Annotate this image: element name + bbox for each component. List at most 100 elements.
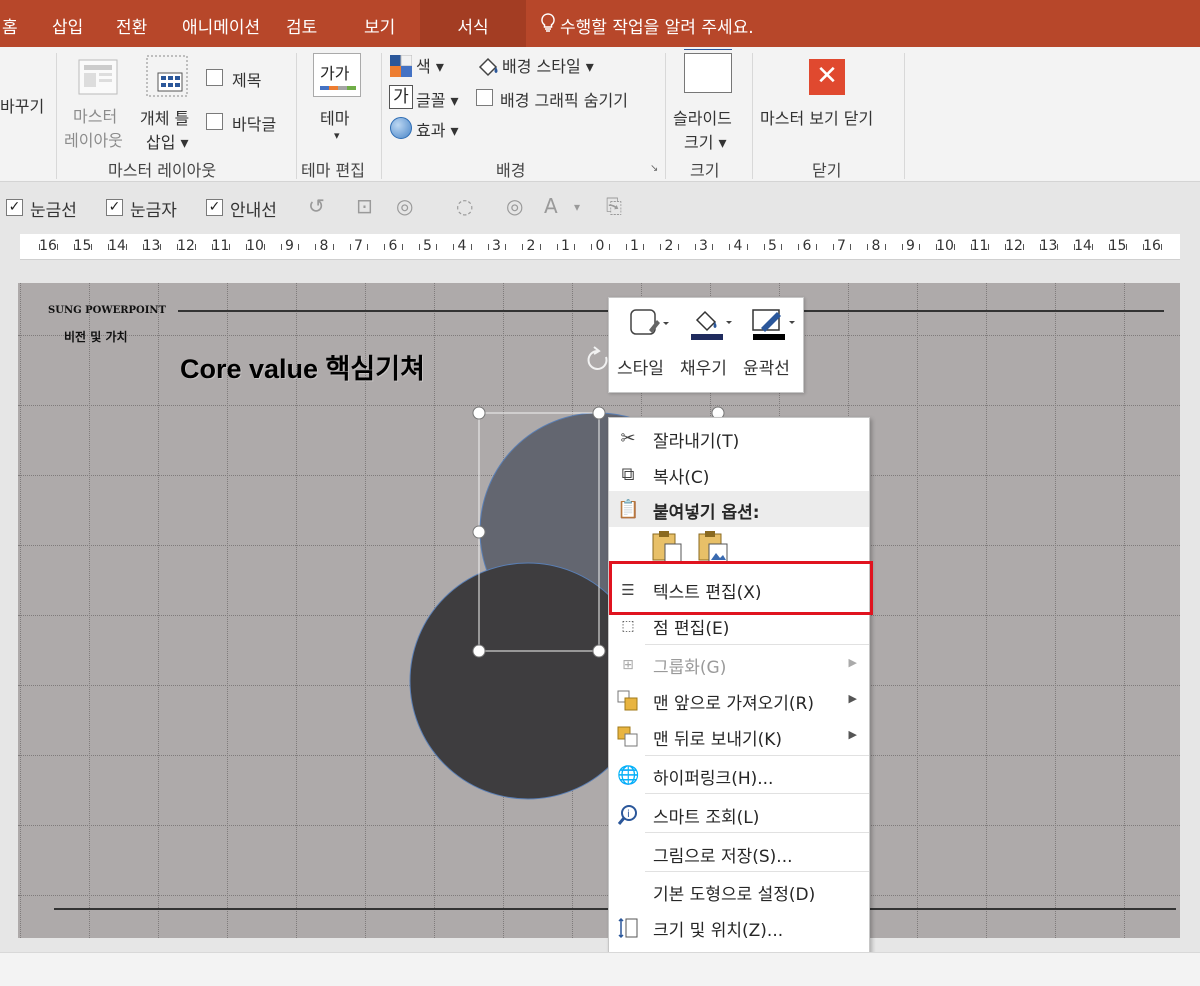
theme-dropdown-arrow[interactable]: ▾ bbox=[334, 129, 340, 142]
resize-handle[interactable] bbox=[472, 406, 486, 420]
tab-transitions[interactable]: 전환 bbox=[116, 0, 147, 47]
master-layout-label-1[interactable]: 마스터 bbox=[73, 103, 117, 127]
ruler-tick bbox=[1160, 244, 1162, 250]
tab-review[interactable]: 검토 bbox=[286, 0, 317, 47]
ruler-tick bbox=[694, 244, 696, 250]
master-layout-label-2[interactable]: 레이아웃 bbox=[64, 127, 123, 151]
theme-label[interactable]: 테마 bbox=[320, 105, 349, 129]
menu-item-hyperlink[interactable]: 🌐 하이퍼링크(H)... bbox=[609, 757, 869, 793]
ruler-number: 11 bbox=[970, 238, 989, 254]
ruler-number: 3 bbox=[699, 238, 708, 254]
ruler-tick bbox=[470, 244, 472, 250]
ruler-tick bbox=[539, 244, 541, 250]
tab-view[interactable]: 보기 bbox=[364, 0, 395, 47]
menu-item-send-to-back[interactable]: 맨 뒤로 보내기(K) ▶ bbox=[609, 718, 869, 754]
tab-home[interactable]: 홈 bbox=[2, 0, 18, 47]
resize-handle[interactable] bbox=[472, 644, 486, 658]
menu-item-bring-to-front[interactable]: 맨 앞으로 가져오기(R) ▶ bbox=[609, 682, 869, 718]
size-position-icon bbox=[617, 917, 639, 939]
group-label-master-layout: 마스터 레이아웃 bbox=[108, 161, 217, 180]
menu-item-set-default-shape[interactable]: 기본 도형으로 설정(D) bbox=[609, 873, 869, 909]
effects-icon bbox=[390, 117, 412, 139]
menu-item-copy[interactable]: ⧉ 복사(C) bbox=[609, 456, 869, 492]
slide-size-icon bbox=[684, 49, 732, 93]
insert-placeholder-label-2[interactable]: 삽입 ▾ bbox=[146, 129, 189, 153]
effects-button[interactable]: 효과 ▾ bbox=[416, 117, 459, 141]
menu-item-label: 잘라내기(T) bbox=[653, 432, 740, 452]
menu-separator bbox=[645, 871, 869, 872]
smart-lookup-icon: i bbox=[617, 804, 639, 826]
close-master-view-button[interactable]: 마스터 보기 닫기 bbox=[760, 105, 873, 129]
guides-checkbox[interactable]: ✓ bbox=[206, 199, 223, 216]
ruler-number: 3 bbox=[492, 238, 501, 254]
background-styles-button[interactable]: 배경 스타일 ▾ bbox=[502, 53, 594, 77]
shape-merge-icon[interactable]: ◎ bbox=[396, 194, 413, 218]
resize-handle[interactable] bbox=[592, 644, 606, 658]
menu-item-label: 그림으로 저장(S)... bbox=[653, 847, 793, 867]
replace-button-partial[interactable]: 바꾸기 bbox=[0, 93, 44, 117]
gridlines-checkbox[interactable]: ✓ bbox=[6, 199, 23, 216]
ruler-checkbox[interactable]: ✓ bbox=[106, 199, 123, 216]
rotate-handle-icon[interactable] bbox=[587, 346, 608, 370]
theme-icon[interactable]: 가가 bbox=[313, 53, 361, 97]
fonts-button[interactable]: 글꼴 ▾ bbox=[416, 87, 459, 111]
outline-label[interactable]: 윤곽선 bbox=[743, 354, 790, 379]
bring-to-front-icon bbox=[617, 690, 639, 712]
ruler-number: 13 bbox=[1039, 238, 1058, 254]
paste-as-picture-icon[interactable] bbox=[697, 530, 729, 564]
resize-handle[interactable] bbox=[592, 406, 606, 420]
ruler-tick bbox=[677, 244, 679, 250]
hide-background-checkbox[interactable] bbox=[476, 89, 493, 106]
slide-canvas[interactable]: SUNG POWERPOINT 비전 및 가치 Core value 핵심기쳐 bbox=[18, 283, 1180, 938]
shape-fill-icon[interactable] bbox=[689, 306, 733, 342]
menu-item-group[interactable]: ⊞ 그룹화(G) ▶ bbox=[609, 646, 869, 682]
theme-icon-text: 가가 bbox=[320, 64, 350, 83]
ruler-tick bbox=[832, 244, 834, 250]
menu-item-edit-points[interactable]: ⬚ 점 편집(E) bbox=[609, 607, 869, 643]
tab-animations[interactable]: 애니메이션 bbox=[182, 0, 260, 47]
tab-insert[interactable]: 삽입 bbox=[52, 0, 83, 47]
shape-style-icon[interactable] bbox=[629, 308, 669, 342]
dropdown-arrow-icon[interactable]: ▾ bbox=[574, 200, 580, 214]
submenu-arrow-icon[interactable]: ▶ bbox=[849, 692, 857, 705]
insert-placeholder-label-1[interactable]: 개체 틀 bbox=[140, 105, 189, 129]
ruler-tick bbox=[160, 244, 162, 250]
slideshow-icon[interactable]: ⊡ bbox=[356, 194, 373, 218]
menu-item-smart-lookup[interactable]: i 스마트 조회(L) bbox=[609, 796, 869, 832]
tell-me-search[interactable]: 수행할 작업을 알려 주세요. bbox=[540, 0, 754, 47]
style-label[interactable]: 스타일 bbox=[617, 354, 664, 379]
close-icon[interactable]: ✕ bbox=[809, 59, 845, 95]
slide-size-label-2[interactable]: 크기 ▾ bbox=[684, 129, 727, 153]
footer-checkbox[interactable] bbox=[206, 113, 223, 130]
shape-combine-icon[interactable]: ◎ bbox=[506, 194, 523, 218]
undo-icon[interactable]: ↺ bbox=[308, 194, 325, 218]
resize-handle[interactable] bbox=[472, 525, 486, 539]
ruler-tick bbox=[815, 244, 817, 250]
shape-intersect-icon[interactable]: ◌ bbox=[456, 194, 473, 218]
dialog-launcher-icon[interactable]: ↘ bbox=[650, 163, 658, 174]
shape-outline-icon[interactable] bbox=[751, 306, 795, 342]
hide-background-label: 배경 그래픽 숨기기 bbox=[500, 91, 628, 110]
ruler-tick bbox=[332, 244, 334, 250]
ruler-tick bbox=[884, 244, 886, 250]
divider bbox=[296, 53, 297, 179]
paste-icon[interactable]: ⎘ bbox=[606, 194, 622, 218]
menu-item-size-position[interactable]: 크기 및 위치(Z)... bbox=[609, 909, 869, 945]
text-effects-icon[interactable]: A bbox=[544, 194, 558, 218]
menu-item-cut[interactable]: ✂ 잘라내기(T) bbox=[609, 420, 869, 456]
ruler-tick bbox=[608, 244, 610, 250]
fill-label[interactable]: 채우기 bbox=[680, 354, 727, 379]
title-checkbox[interactable] bbox=[206, 69, 223, 86]
divider bbox=[665, 53, 666, 179]
submenu-arrow-icon: ▶ bbox=[848, 656, 857, 669]
tab-format[interactable]: 서식 bbox=[420, 0, 526, 47]
menu-item-save-as-picture[interactable]: 그림으로 저장(S)... bbox=[609, 835, 869, 871]
paste-keep-formatting-icon[interactable] bbox=[651, 530, 683, 564]
mini-toolbar: 스타일 채우기 윤곽선 bbox=[608, 297, 804, 393]
submenu-arrow-icon[interactable]: ▶ bbox=[849, 728, 857, 741]
divider bbox=[752, 53, 753, 179]
slide-size-label-1[interactable]: 슬라이드 bbox=[673, 105, 732, 129]
colors-button[interactable]: 색 ▾ bbox=[416, 53, 444, 77]
ruler-number: 5 bbox=[768, 238, 777, 254]
ruler-tick bbox=[367, 244, 369, 250]
